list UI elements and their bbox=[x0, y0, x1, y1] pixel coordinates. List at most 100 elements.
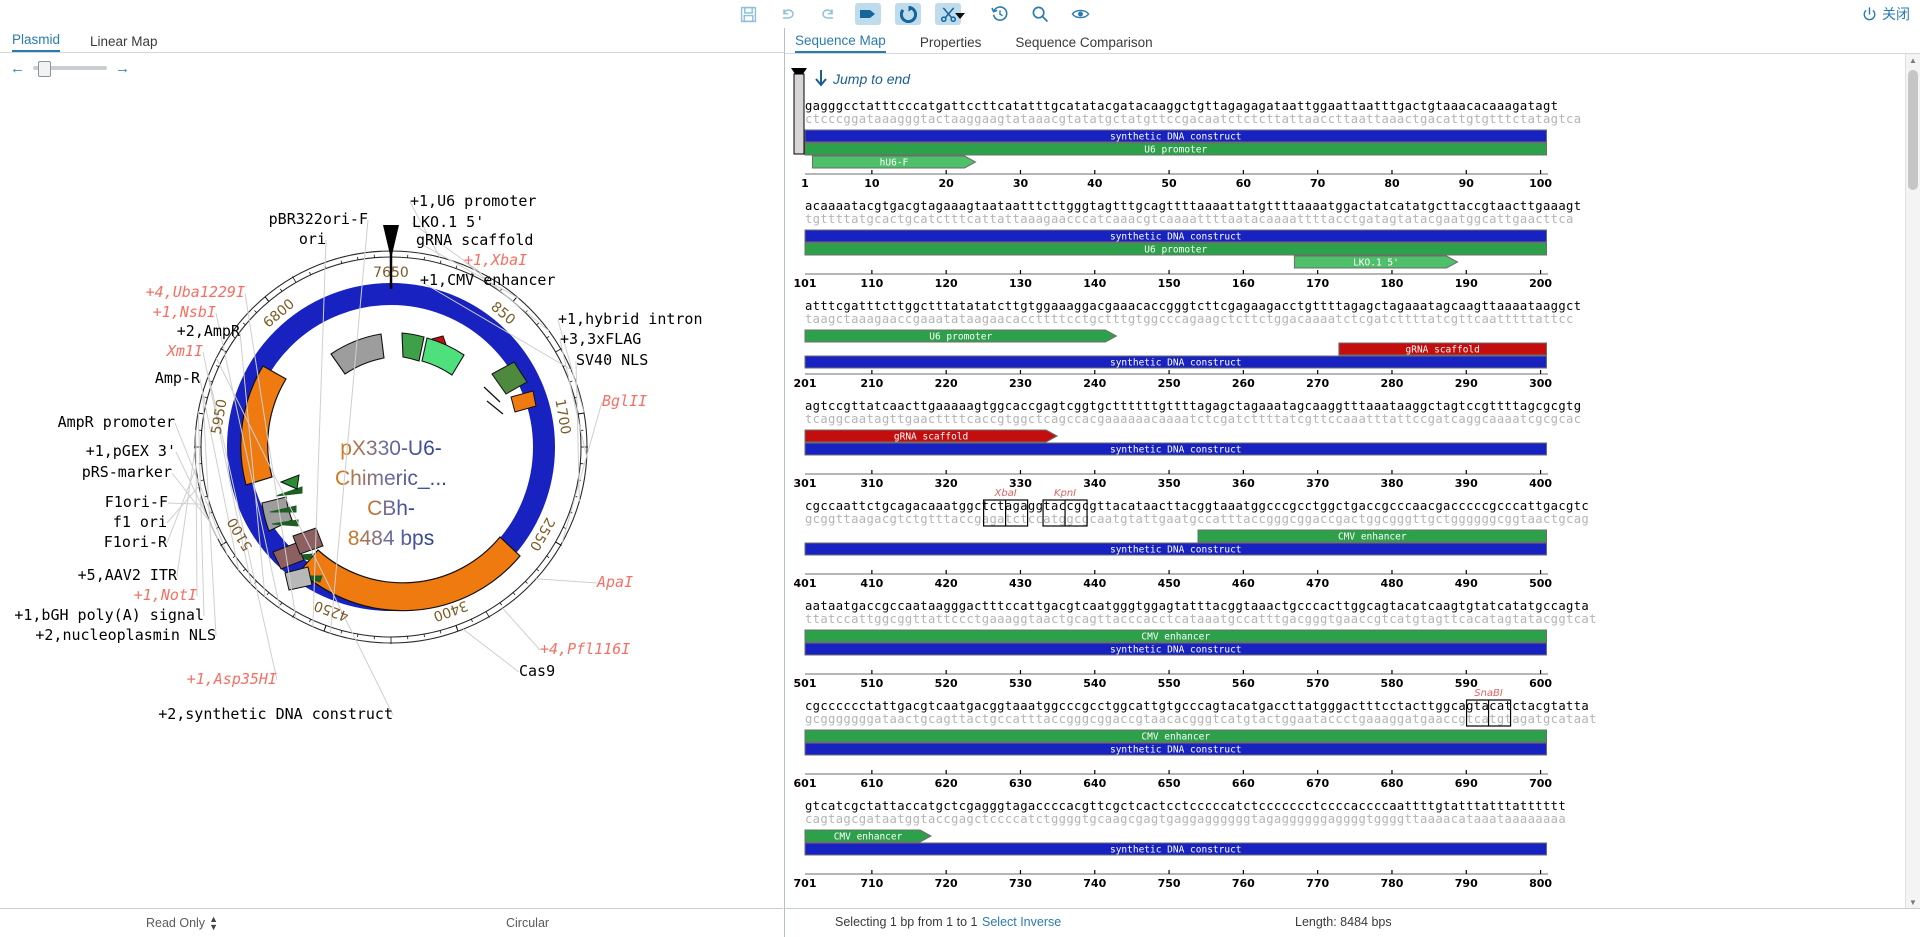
plasmid-feature-label[interactable]: +2,nucleoplasmin NLS bbox=[35, 626, 216, 644]
sequence-feature-bar[interactable]: hU6-F bbox=[812, 156, 975, 169]
save-icon[interactable] bbox=[735, 3, 761, 25]
plasmid-feature-label[interactable]: SV40 NLS bbox=[576, 351, 648, 369]
tab-properties[interactable]: Properties bbox=[920, 35, 982, 53]
tab-linear-map[interactable]: Linear Map bbox=[90, 34, 158, 52]
undo-icon[interactable] bbox=[775, 3, 801, 25]
zoom-slider-thumb[interactable] bbox=[38, 61, 51, 77]
sequence-feature-bar[interactable]: synthetic DNA construct bbox=[805, 843, 1547, 856]
plasmid-feature-label[interactable]: F1ori-R bbox=[104, 533, 168, 551]
read-only-stepper-icon[interactable]: ▲▼ bbox=[209, 915, 218, 931]
sequence-bottom-strand[interactable]: tcaggcaatagttgaacttttcaccgtggctcagccacga… bbox=[805, 412, 1581, 426]
ruler-tick-label: 140 bbox=[1083, 277, 1106, 290]
plasmid-feature-label[interactable]: +1,pGEX 3' bbox=[86, 442, 176, 460]
restriction-site-label[interactable]: KpnI bbox=[1054, 488, 1076, 499]
plasmid-feature-label[interactable]: +5,AAV2 ITR bbox=[78, 566, 178, 584]
plasmid-feature-label[interactable]: +2,synthetic DNA construct bbox=[158, 705, 393, 723]
plasmid-feature-label[interactable]: Xm1I bbox=[166, 342, 203, 360]
plasmid-feature-label[interactable]: pRS-marker bbox=[82, 463, 172, 481]
sequence-top-strand[interactable]: gtcatcgctattaccatgctcgagggtagaccccacgttc… bbox=[805, 799, 1566, 813]
plasmid-feature-label[interactable]: F1ori-F bbox=[105, 493, 168, 511]
plasmid-feature-label[interactable]: +1,hybrid intron bbox=[558, 310, 703, 328]
refresh-circle-icon[interactable] bbox=[895, 3, 921, 25]
sequence-bottom-strand[interactable]: ttatccattggcggttattccctgaaaggtaactgcagtt… bbox=[805, 612, 1597, 626]
plasmid-feature-label[interactable]: +3,3xFLAG bbox=[560, 330, 641, 348]
plasmid-feature-label[interactable]: +1,Asp35HI bbox=[187, 670, 277, 688]
ruler-tick-label: 360 bbox=[1232, 477, 1255, 490]
plasmid-feature-label[interactable]: +4,Pfl116I bbox=[540, 640, 630, 658]
plasmid-feature-label[interactable]: +1,CMV enhancer bbox=[420, 271, 555, 289]
plasmid-feature-label[interactable]: +4,Uba1229I bbox=[146, 283, 245, 301]
plasmid-feature-label[interactable]: LKO.1 5' bbox=[412, 213, 484, 231]
sequence-feature-bar[interactable]: synthetic DNA construct bbox=[805, 130, 1547, 143]
sequence-feature-bar[interactable]: LKO.1 5' bbox=[1294, 256, 1457, 269]
sequence-bottom-strand[interactable]: ctcccggataaagggtactaaggaagtataaacgtatatg… bbox=[805, 112, 1581, 126]
sequence-feature-bar[interactable]: synthetic DNA construct bbox=[805, 443, 1547, 456]
search-icon[interactable] bbox=[1027, 3, 1053, 25]
sequence-bottom-strand[interactable]: taagctaaagaaccgaaatataagaacaccttttcctgct… bbox=[805, 312, 1574, 326]
plasmid-feature-label[interactable]: pBR322ori-F bbox=[269, 210, 368, 228]
scrollbar-thumb[interactable] bbox=[1908, 70, 1918, 190]
feature-tag-icon[interactable] bbox=[855, 3, 881, 25]
sequence-feature-bar[interactable]: CMV enhancer bbox=[805, 830, 931, 843]
plasmid-feature-label[interactable]: ApaI bbox=[596, 573, 633, 591]
enzyme-dropdown-caret-icon[interactable] bbox=[955, 13, 965, 19]
sequence-feature-bar[interactable]: synthetic DNA construct bbox=[805, 743, 1547, 756]
restriction-site-label[interactable]: SnaBI bbox=[1474, 688, 1503, 699]
plasmid-feature-label[interactable]: +1,NotI bbox=[134, 586, 197, 604]
sequence-feature-bar[interactable]: gRNA scaffold bbox=[1339, 343, 1547, 356]
sequence-bottom-strand[interactable]: tgttttatgcactgcatctttcattattaaagaacccatc… bbox=[805, 212, 1574, 226]
chevron-up-icon[interactable]: ▲ bbox=[1906, 54, 1920, 67]
plasmid-feature-label[interactable]: gRNA scaffold bbox=[416, 231, 533, 249]
eye-icon[interactable] bbox=[1067, 3, 1093, 25]
sequence-feature-bar[interactable]: CMV enhancer bbox=[805, 730, 1547, 743]
plasmid-feature-label[interactable]: +1,XbaI bbox=[464, 251, 527, 269]
arrow-left-icon[interactable]: ← bbox=[10, 61, 25, 76]
sequence-feature-bar[interactable]: U6 promoter bbox=[805, 243, 1547, 256]
tab-plasmid[interactable]: Plasmid bbox=[12, 32, 60, 52]
read-only-control[interactable]: Read Only ▲▼ bbox=[146, 915, 218, 931]
sequence-feature-bar[interactable]: synthetic DNA construct bbox=[805, 543, 1547, 556]
close-button[interactable]: 关闭 bbox=[1862, 3, 1910, 25]
arrow-right-icon[interactable]: → bbox=[115, 61, 130, 76]
plasmid-feature-label[interactable]: Amp-R bbox=[155, 369, 201, 387]
sequence-top-strand[interactable]: aataatgaccgccaataagggactttccattgacgtcaat… bbox=[805, 599, 1589, 613]
sequence-feature-bar[interactable]: CMV enhancer bbox=[1198, 530, 1547, 543]
ruler-tick-label: 20 bbox=[939, 177, 955, 190]
sequence-feature-bar[interactable]: gRNA scaffold bbox=[805, 430, 1057, 443]
sequence-top-strand[interactable]: acaaaatacgtgacgtagaaagtaataatttcttgggtag… bbox=[805, 199, 1581, 213]
tab-sequence-map[interactable]: Sequence Map bbox=[795, 33, 886, 53]
plasmid-feature-label[interactable]: +1,NsbI bbox=[153, 303, 216, 321]
plasmid-feature-label[interactable]: Cas9 bbox=[519, 662, 555, 680]
sequence-feature-bar[interactable]: synthetic DNA construct bbox=[805, 643, 1547, 656]
sequence-feature-bar[interactable]: U6 promoter bbox=[805, 143, 1547, 156]
sequence-feature-bar[interactable]: synthetic DNA construct bbox=[805, 230, 1547, 243]
sequence-bottom-strand[interactable]: gcggttaagacgtctgtttaccgagatctccatggcgcaa… bbox=[805, 512, 1589, 526]
sequence-feature-bar[interactable]: CMV enhancer bbox=[805, 630, 1547, 643]
sequence-map-view[interactable]: Jump to end gagggcctatttcccatgattccttcata… bbox=[785, 54, 1905, 909]
sequence-scrollbar[interactable]: ▲ ▼ bbox=[1905, 54, 1920, 909]
sequence-feature-bar[interactable]: synthetic DNA construct bbox=[805, 356, 1547, 369]
select-inverse-link[interactable]: Select Inverse bbox=[982, 915, 1061, 929]
plasmid-feature-label[interactable]: +1,bGH poly(A) signal bbox=[14, 606, 204, 624]
plasmid-feature-label[interactable]: +2,AmpR bbox=[177, 322, 241, 340]
sequence-bottom-strand[interactable]: gcgggggggataactgcagttactgccatttaccgggcgg… bbox=[805, 712, 1597, 726]
plasmid-feature-label[interactable]: f1 ori bbox=[113, 513, 167, 531]
zoom-slider[interactable] bbox=[33, 66, 107, 70]
redo-icon[interactable] bbox=[815, 3, 841, 25]
plasmid-feature-label[interactable]: +1,U6 promoter bbox=[410, 192, 536, 210]
sequence-bottom-strand[interactable]: cagtagcgataatggtaccgagctccccatctggggtgca… bbox=[805, 812, 1566, 826]
sequence-top-strand[interactable]: gagggcctatttcccatgattccttcatatttgcatatac… bbox=[805, 99, 1558, 113]
plasmid-feature-label[interactable]: ori bbox=[299, 230, 326, 248]
jump-to-end-link[interactable]: Jump to end bbox=[832, 71, 911, 87]
sequence-top-strand[interactable]: cgcccccctattgacgtcaatgacggtaaatggcccgcct… bbox=[805, 699, 1589, 713]
sequence-top-strand[interactable]: cgccaattctgcagacaaatggctctagaggtaccgcgtt… bbox=[805, 499, 1589, 513]
restriction-site-label[interactable]: XbaI bbox=[993, 488, 1016, 499]
sequence-top-strand[interactable]: agtccgttatcaacttgaaaaagtggcaccgagtcggtgc… bbox=[805, 399, 1581, 413]
sequence-feature-bar[interactable]: U6 promoter bbox=[805, 330, 1116, 343]
plasmid-feature-label[interactable]: BglII bbox=[602, 392, 647, 410]
tab-sequence-comparison[interactable]: Sequence Comparison bbox=[1015, 35, 1152, 53]
history-clock-icon[interactable] bbox=[987, 3, 1013, 25]
plasmid-map[interactable]: pX330-U6- Chimeric_... CBh- 8484 bps pBR… bbox=[0, 84, 783, 784]
sequence-top-strand[interactable]: atttcgatttcttggctttatatatcttgtggaaaggacg… bbox=[805, 299, 1581, 313]
plasmid-feature-label[interactable]: AmpR promoter bbox=[58, 413, 175, 431]
